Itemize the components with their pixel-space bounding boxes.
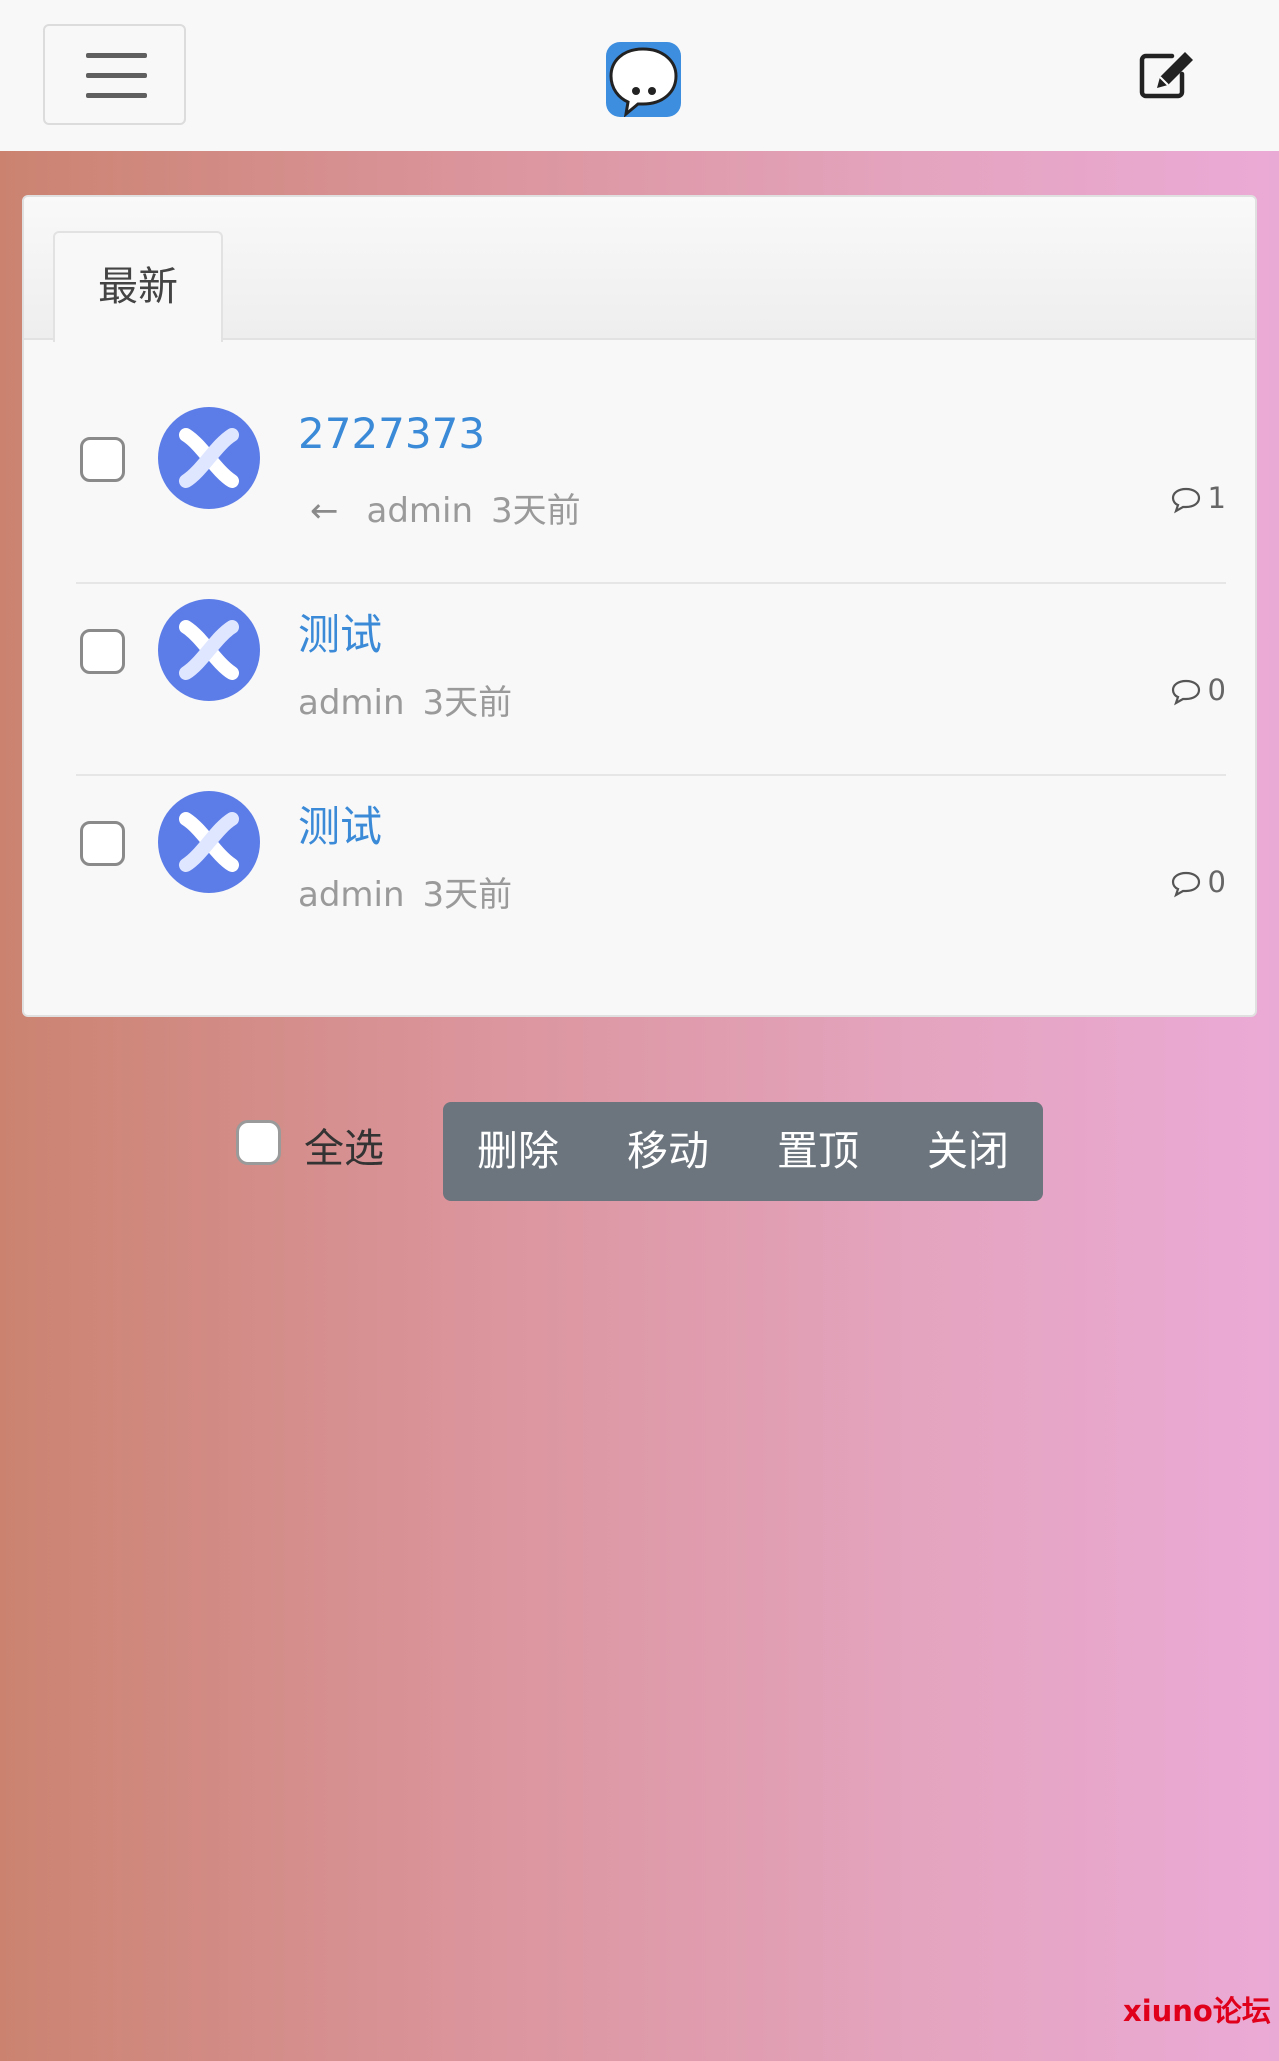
- thread-title[interactable]: 测试: [298, 793, 382, 854]
- avatar-icon[interactable]: [158, 791, 260, 893]
- thread-title[interactable]: 测试: [298, 601, 382, 662]
- thread-author[interactable]: admin: [298, 875, 405, 915]
- watermark: xiuno论坛: [1123, 1994, 1271, 2028]
- top-navbar: [0, 0, 1279, 151]
- move-button[interactable]: 移动: [593, 1102, 743, 1201]
- thread-row[interactable]: 测试 admin 3天前 0: [76, 749, 1226, 939]
- thread-checkbox[interactable]: [80, 437, 125, 482]
- thread-author[interactable]: admin: [367, 491, 474, 531]
- thread-meta: ← admin 3天前: [298, 483, 581, 532]
- comment-count: 0: [1170, 865, 1226, 899]
- thread-title[interactable]: 2727373: [298, 409, 485, 458]
- thread-meta: admin 3天前: [298, 867, 512, 916]
- select-all-checkbox[interactable]: [236, 1120, 281, 1165]
- close-button[interactable]: 关闭: [893, 1102, 1043, 1201]
- edit-compose-icon[interactable]: [1138, 48, 1198, 100]
- avatar-icon[interactable]: [158, 407, 260, 509]
- thread-row[interactable]: 测试 admin 3天前 0: [76, 557, 1226, 747]
- thread-checkbox[interactable]: [80, 821, 125, 866]
- tab-latest[interactable]: 最新: [53, 231, 223, 342]
- pin-button[interactable]: 置顶: [743, 1102, 893, 1201]
- comment-count: 1: [1170, 481, 1226, 515]
- moderation-button-group: 删除 移动 置顶 关闭: [443, 1102, 1043, 1201]
- delete-button[interactable]: 删除: [443, 1102, 593, 1201]
- thread-meta: admin 3天前: [298, 675, 512, 724]
- comment-icon: [1171, 871, 1200, 898]
- avatar-icon[interactable]: [158, 599, 260, 701]
- arrow-left-icon: ←: [310, 491, 339, 531]
- comment-icon: [1171, 487, 1200, 514]
- menu-button[interactable]: [43, 24, 186, 125]
- thread-time: 3天前: [491, 491, 581, 531]
- hamburger-menu-icon: [86, 53, 147, 58]
- comment-icon: [1171, 679, 1200, 706]
- thread-time: 3天前: [422, 683, 513, 723]
- select-all-label[interactable]: 全选: [304, 1116, 384, 1174]
- thread-time: 3天前: [422, 875, 513, 915]
- thread-author[interactable]: admin: [298, 683, 405, 723]
- thread-list-card: 最新 2727373 ← admin 3天前 1 测试 admin 3天前 0: [22, 195, 1257, 1017]
- thread-row[interactable]: 2727373 ← admin 3天前 1: [76, 365, 1226, 555]
- thread-checkbox[interactable]: [80, 629, 125, 674]
- chat-bubble-logo-icon[interactable]: [606, 42, 681, 117]
- comment-count: 0: [1170, 673, 1226, 707]
- card-header: 最新: [24, 197, 1255, 342]
